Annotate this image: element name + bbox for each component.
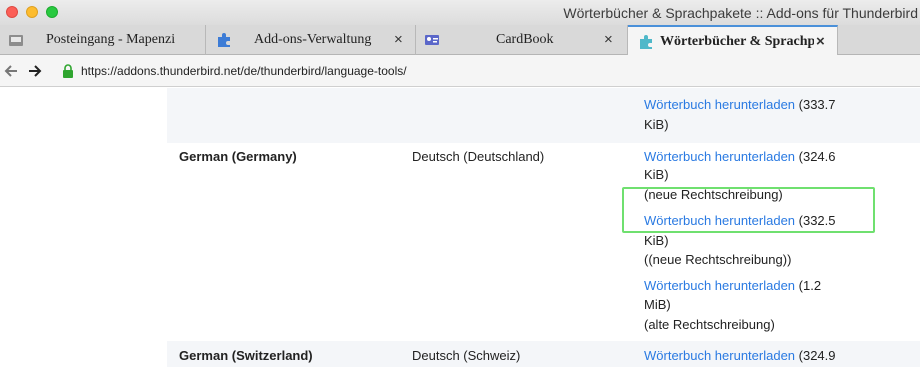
tab-label: Posteingang - Mapenzi: [46, 32, 176, 47]
tab-addons-manager[interactable]: Add-ons-Verwaltung ×: [206, 25, 416, 55]
file-size-unit: KiB): [644, 117, 669, 132]
puzzle-icon: [218, 33, 230, 47]
close-tab-icon[interactable]: ×: [604, 31, 613, 48]
address-card-icon: [425, 35, 439, 45]
download-entry: Wörterbuch herunterladen (333.7: [644, 95, 836, 115]
file-size-unit: MiB): [644, 297, 671, 312]
minimize-window-button[interactable]: [26, 6, 38, 18]
forward-button[interactable]: [24, 60, 46, 82]
arrow-right-icon: [29, 65, 42, 77]
native-language-name: Deutsch (Schweiz): [412, 348, 521, 363]
tab-language-tools[interactable]: Wörterbücher & Sprachpakete ×: [628, 25, 838, 56]
back-button[interactable]: [0, 60, 22, 82]
tab-strip: Posteingang - Mapenzi Add-ons-Verwaltung…: [0, 25, 920, 56]
spelling-note: ((neue Rechtschreibung)): [644, 252, 792, 267]
download-dictionary-link[interactable]: Wörterbuch herunterladen: [644, 97, 795, 112]
tab-label: Wörterbücher & Sprachpakete: [660, 34, 814, 49]
file-size: (333.7: [795, 97, 836, 112]
file-size: (324.6: [795, 149, 836, 164]
language-name: German (Switzerland): [179, 348, 313, 363]
file-size: (324.9: [795, 348, 836, 363]
puzzle-icon: [640, 35, 652, 49]
close-tab-icon[interactable]: ×: [816, 33, 825, 50]
download-dictionary-link[interactable]: Wörterbuch herunterladen: [644, 348, 795, 363]
url-field[interactable]: https://addons.thunderbird.net/de/thunde…: [81, 64, 407, 78]
download-dictionary-link[interactable]: Wörterbuch herunterladen: [644, 149, 795, 164]
tab-label: Add-ons-Verwaltung: [254, 32, 372, 47]
close-window-button[interactable]: [6, 6, 18, 18]
highlight-box: [622, 187, 875, 233]
arrow-left-icon: [4, 65, 17, 77]
inbox-icon: [9, 35, 23, 46]
download-dictionary-link[interactable]: Wörterbuch herunterladen: [644, 278, 795, 293]
spelling-note: (alte Rechtschreibung): [644, 317, 775, 332]
page-content: Wörterbuch herunterladen (333.7 KiB) Ger…: [0, 88, 920, 367]
download-entry: Wörterbuch herunterladen (1.2: [644, 276, 821, 296]
window-title: Wörterbücher & Sprachpakete :: Add-ons f…: [563, 5, 918, 21]
language-name: German (Germany): [179, 149, 297, 164]
lock-icon: [63, 64, 73, 78]
download-entry: Wörterbuch herunterladen (324.9: [644, 346, 836, 366]
file-size-unit: KiB): [644, 233, 669, 248]
tab-cardbook[interactable]: CardBook ×: [416, 25, 628, 55]
file-size: (1.2: [795, 278, 822, 293]
native-language-name: Deutsch (Deutschland): [412, 149, 545, 164]
file-size-unit: KiB): [644, 167, 669, 182]
download-entry: Wörterbuch herunterladen (324.6: [644, 147, 836, 167]
tab-inbox[interactable]: Posteingang - Mapenzi: [0, 25, 206, 55]
close-tab-icon[interactable]: ×: [394, 31, 403, 48]
title-bar: Wörterbücher & Sprachpakete :: Add-ons f…: [0, 0, 920, 25]
tab-label: CardBook: [496, 32, 554, 47]
navigation-bar: https://addons.thunderbird.net/de/thunde…: [0, 55, 920, 87]
zoom-window-button[interactable]: [46, 6, 58, 18]
